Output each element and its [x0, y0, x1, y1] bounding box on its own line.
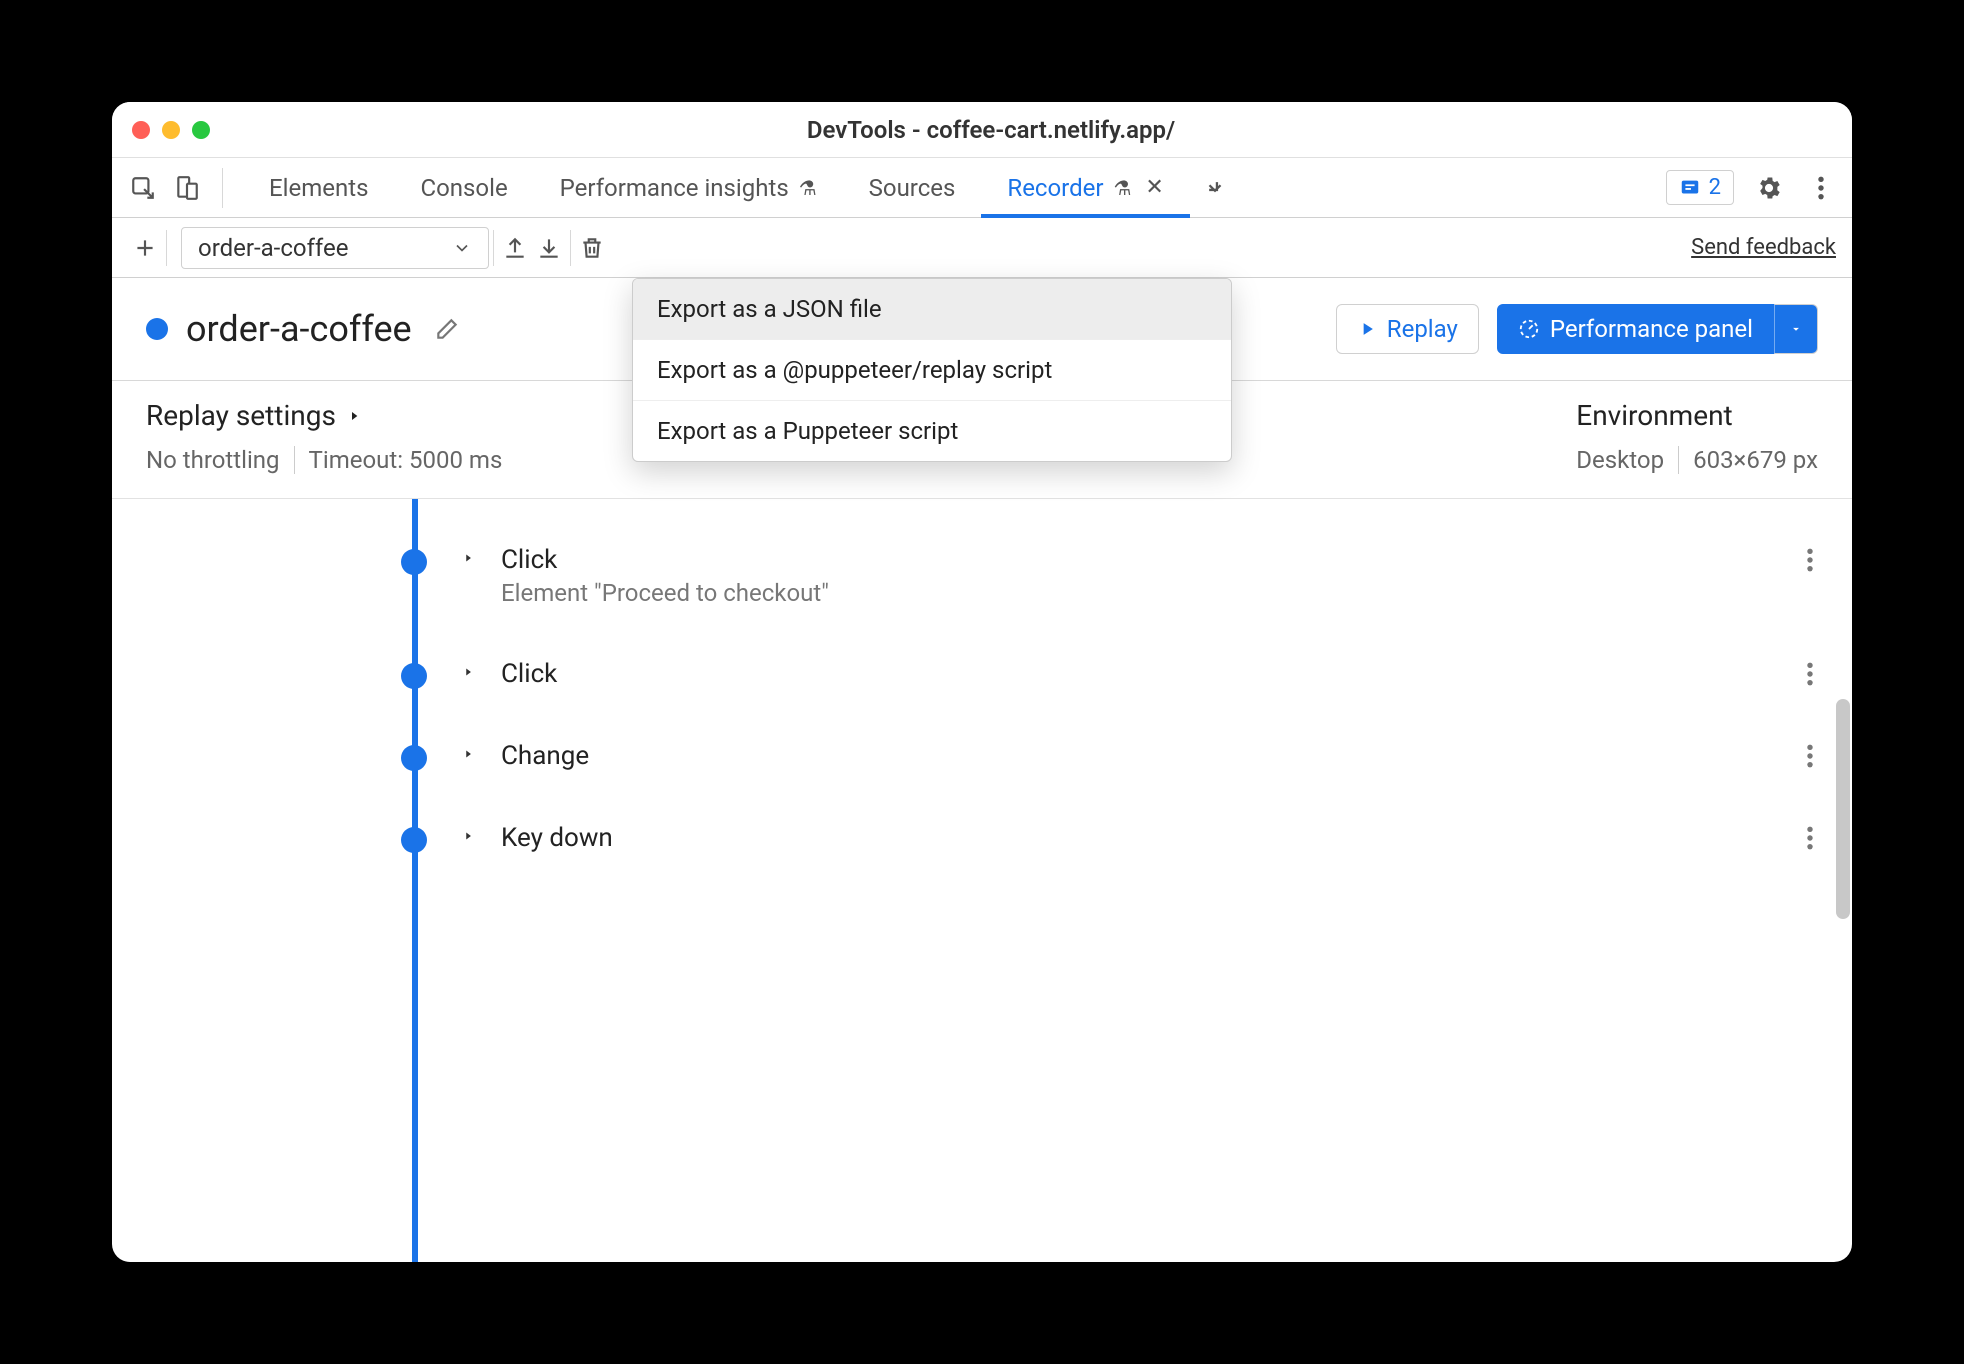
timeline-node-icon: [401, 745, 427, 771]
tab-recorder[interactable]: Recorder ⚗ ✕: [981, 158, 1189, 217]
more-menu-icon[interactable]: [1804, 171, 1838, 205]
titlebar: DevTools - coffee-cart.netlify.app/: [112, 102, 1852, 158]
inspect-element-icon[interactable]: [126, 171, 160, 205]
new-recording-button[interactable]: [128, 231, 162, 265]
separator: [570, 230, 571, 266]
device-value: Desktop: [1576, 446, 1664, 474]
separator: [493, 230, 494, 266]
zoom-window-button[interactable]: [192, 121, 210, 139]
viewport-value: 603×679 px: [1693, 446, 1818, 474]
minimize-window-button[interactable]: [162, 121, 180, 139]
delete-button[interactable]: [575, 231, 609, 265]
send-feedback-link[interactable]: Send feedback: [1691, 235, 1836, 260]
export-item-label: Export as a @puppeteer/replay script: [657, 356, 1052, 384]
export-puppeteer-replay-item[interactable]: Export as a @puppeteer/replay script: [633, 339, 1231, 400]
tab-label: Console: [420, 174, 507, 202]
settings-gear-icon[interactable]: [1752, 171, 1786, 205]
throttling-value[interactable]: No throttling: [146, 446, 280, 474]
expand-step-icon[interactable]: [461, 551, 475, 565]
perf-panel-label: Performance panel: [1550, 315, 1753, 343]
step-row[interactable]: Click Element "Proceed to checkout": [401, 519, 1818, 633]
replay-label: Replay: [1387, 315, 1458, 343]
timeline-node-icon: [401, 827, 427, 853]
step-name: Key down: [501, 823, 613, 853]
replay-settings-label: Replay settings: [146, 399, 336, 432]
recording-selector-value: order-a-coffee: [198, 234, 348, 262]
steps-area: Click Element "Proceed to checkout" Clic…: [112, 498, 1852, 1262]
recording-selector[interactable]: order-a-coffee: [181, 227, 489, 269]
caret-down-icon: [1789, 322, 1803, 336]
caret-right-icon: [346, 408, 362, 424]
issues-count: 2: [1709, 175, 1721, 200]
step-more-button[interactable]: [1806, 743, 1814, 769]
gauge-icon: [1518, 318, 1540, 340]
recording-status-dot: [146, 318, 168, 340]
scrollbar-thumb[interactable]: [1836, 699, 1850, 919]
tab-label: Elements: [269, 174, 368, 202]
timeline-node-icon: [401, 663, 427, 689]
separator: [1678, 446, 1679, 474]
step-name: Click: [501, 659, 557, 689]
timeline-node-icon: [401, 549, 427, 575]
tab-label: Performance insights: [560, 174, 789, 202]
devtools-window: DevTools - coffee-cart.netlify.app/ Elem…: [112, 102, 1852, 1262]
export-button[interactable]: [498, 231, 532, 265]
window-title: DevTools - coffee-cart.netlify.app/: [210, 116, 1772, 144]
devtools-tabbar: Elements Console Performance insights ⚗ S…: [112, 158, 1852, 218]
replay-settings-toggle[interactable]: Replay settings: [146, 399, 502, 432]
step-more-button[interactable]: [1806, 825, 1814, 851]
export-item-label: Export as a Puppeteer script: [657, 417, 958, 445]
tab-sources[interactable]: Sources: [843, 158, 982, 217]
chevron-down-icon: [452, 238, 472, 258]
edit-title-button[interactable]: [430, 312, 464, 346]
recording-title: order-a-coffee: [186, 308, 412, 350]
expand-step-icon[interactable]: [461, 829, 475, 843]
separator: [294, 446, 295, 474]
flask-icon: ⚗: [799, 176, 817, 200]
export-json-item[interactable]: Export as a JSON file: [633, 279, 1231, 339]
tab-console[interactable]: Console: [394, 158, 533, 217]
device-toggle-icon[interactable]: [170, 171, 204, 205]
step-more-button[interactable]: [1806, 547, 1814, 573]
replay-button[interactable]: Replay: [1336, 304, 1479, 354]
tab-label: Sources: [869, 174, 956, 202]
separator: [166, 230, 167, 266]
play-icon: [1357, 319, 1377, 339]
recording-header: order-a-coffee Replay Performance panel …: [112, 278, 1852, 381]
issues-badge[interactable]: 2: [1666, 170, 1734, 205]
expand-step-icon[interactable]: [461, 665, 475, 679]
flask-icon: ⚗: [1113, 176, 1131, 200]
step-row[interactable]: Change: [401, 715, 1818, 797]
import-button[interactable]: [532, 231, 566, 265]
tab-performance-insights[interactable]: Performance insights ⚗: [534, 158, 843, 217]
step-row[interactable]: Key down: [401, 797, 1818, 879]
export-puppeteer-item[interactable]: Export as a Puppeteer script: [633, 400, 1231, 461]
performance-panel-button[interactable]: Performance panel: [1497, 304, 1774, 354]
step-detail: Element "Proceed to checkout": [501, 579, 829, 607]
step-name: Change: [501, 741, 589, 771]
tab-elements[interactable]: Elements: [243, 158, 394, 217]
step-more-button[interactable]: [1806, 661, 1814, 687]
export-menu: Export as a JSON file Export as a @puppe…: [632, 278, 1232, 462]
tabs-overflow-button[interactable]: [1190, 158, 1240, 217]
environment-heading: Environment: [1576, 399, 1732, 432]
close-tab-icon[interactable]: ✕: [1145, 175, 1163, 200]
recorder-toolbar: order-a-coffee Send feedback: [112, 218, 1852, 278]
step-row[interactable]: Click: [401, 633, 1818, 715]
traffic-lights: [132, 121, 210, 139]
expand-step-icon[interactable]: [461, 747, 475, 761]
environment-label: Environment: [1576, 399, 1732, 432]
tab-label: Recorder: [1007, 174, 1103, 202]
timeout-value[interactable]: Timeout: 5000 ms: [309, 446, 503, 474]
export-item-label: Export as a JSON file: [657, 295, 882, 323]
close-window-button[interactable]: [132, 121, 150, 139]
performance-panel-dropdown[interactable]: [1774, 304, 1818, 354]
step-name: Click: [501, 545, 829, 575]
